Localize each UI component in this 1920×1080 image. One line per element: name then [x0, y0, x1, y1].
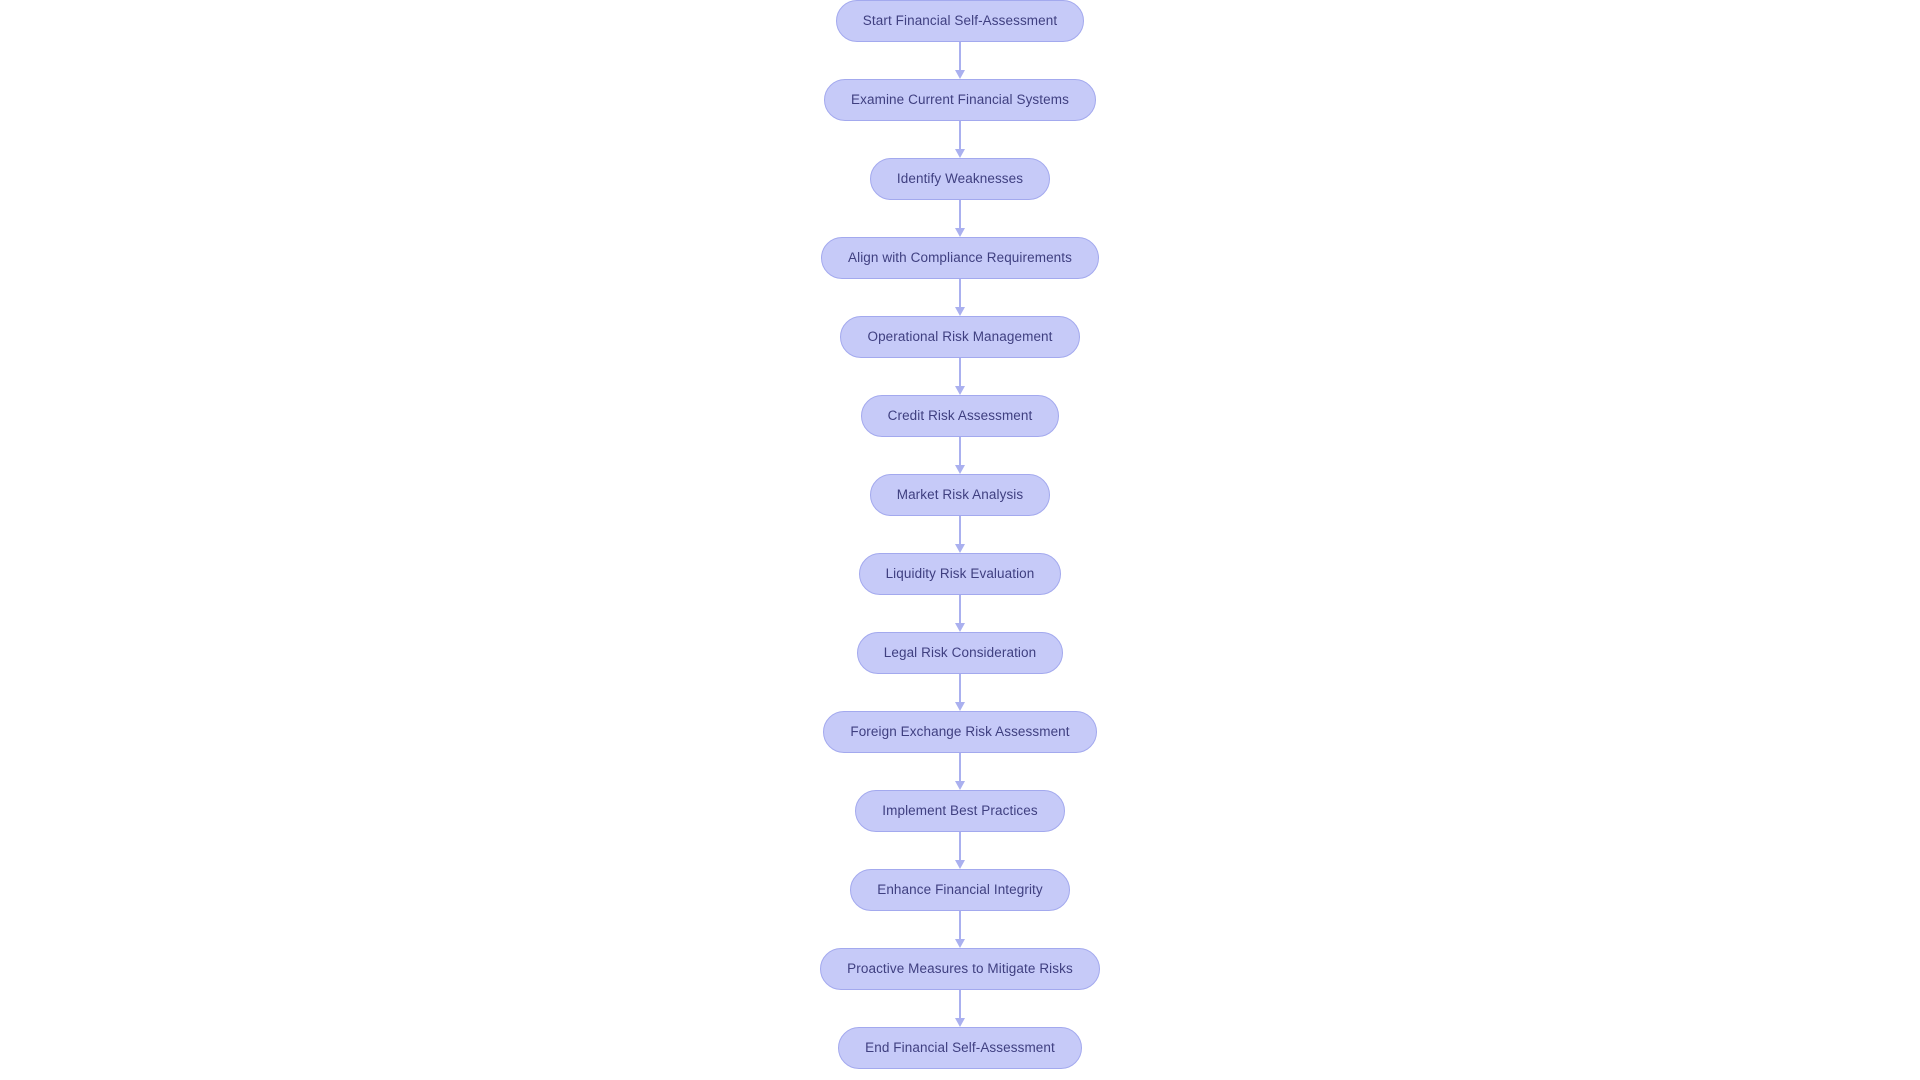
arrow-down-icon: [955, 544, 965, 553]
flow-connector-proactive-to-end: [953, 990, 967, 1027]
connector-line: [959, 911, 961, 941]
flow-node-label: Foreign Exchange Risk Assessment: [850, 724, 1070, 740]
flow-node-label: Start Financial Self-Assessment: [862, 13, 1058, 29]
flow-connector-market-to-liquidity: [953, 516, 967, 553]
flow-node-label: Liquidity Risk Evaluation: [885, 566, 1035, 582]
flow-connector-forex-to-implement: [953, 753, 967, 790]
flowchart-canvas: Start Financial Self-Assessment Examine …: [0, 0, 1920, 1080]
flow-step-market: Market Risk Analysis: [869, 474, 1051, 516]
arrow-down-icon: [955, 465, 965, 474]
connector-line: [959, 200, 961, 230]
flow-connector-legal-to-forex: [953, 674, 967, 711]
flow-node-legal[interactable]: Legal Risk Consideration: [856, 632, 1064, 674]
flow-step-identify: Identify Weaknesses: [869, 158, 1051, 200]
flow-node-market[interactable]: Market Risk Analysis: [869, 474, 1051, 516]
connector-line: [959, 358, 961, 388]
arrow-down-icon: [955, 702, 965, 711]
flow-node-align[interactable]: Align with Compliance Requirements: [820, 237, 1099, 279]
flowchart-node-column: Start Financial Self-Assessment Examine …: [0, 0, 1920, 1069]
flow-node-proactive[interactable]: Proactive Measures to Mitigate Risks: [820, 948, 1100, 990]
flow-connector-start-to-examine: [953, 42, 967, 79]
connector-line: [959, 674, 961, 704]
flow-step-operational: Operational Risk Management: [840, 316, 1080, 358]
arrow-down-icon: [955, 386, 965, 395]
flow-step-credit: Credit Risk Assessment: [860, 395, 1060, 437]
flow-node-label: Credit Risk Assessment: [887, 408, 1033, 424]
flow-node-label: Proactive Measures to Mitigate Risks: [847, 961, 1073, 977]
connector-line: [959, 595, 961, 625]
flow-node-operational[interactable]: Operational Risk Management: [840, 316, 1080, 358]
arrow-down-icon: [955, 860, 965, 869]
flow-step-examine: Examine Current Financial Systems: [824, 79, 1096, 121]
arrow-down-icon: [955, 939, 965, 948]
flow-step-enhance: Enhance Financial Integrity: [850, 869, 1070, 911]
flow-connector-align-to-operational: [953, 279, 967, 316]
flow-connector-implement-to-enhance: [953, 832, 967, 869]
arrow-down-icon: [955, 307, 965, 316]
arrow-down-icon: [955, 623, 965, 632]
flow-step-legal: Legal Risk Consideration: [856, 632, 1064, 674]
flow-step-end: End Financial Self-Assessment: [838, 1027, 1082, 1069]
flow-connector-identify-to-align: [953, 200, 967, 237]
flow-node-label: Examine Current Financial Systems: [851, 92, 1069, 108]
flow-node-credit[interactable]: Credit Risk Assessment: [860, 395, 1060, 437]
flow-node-implement[interactable]: Implement Best Practices: [855, 790, 1065, 832]
flow-node-identify[interactable]: Identify Weaknesses: [869, 158, 1051, 200]
flow-node-label: Align with Compliance Requirements: [847, 250, 1072, 266]
connector-line: [959, 437, 961, 467]
flow-node-examine[interactable]: Examine Current Financial Systems: [824, 79, 1096, 121]
flow-node-enhance[interactable]: Enhance Financial Integrity: [850, 869, 1070, 911]
arrow-down-icon: [955, 149, 965, 158]
flow-connector-examine-to-identify: [953, 121, 967, 158]
flow-node-end[interactable]: End Financial Self-Assessment: [838, 1027, 1082, 1069]
connector-line: [959, 753, 961, 783]
arrow-down-icon: [955, 781, 965, 790]
connector-line: [959, 279, 961, 309]
flow-step-implement: Implement Best Practices: [855, 790, 1065, 832]
flow-node-label: Legal Risk Consideration: [883, 645, 1037, 661]
flow-node-label: Enhance Financial Integrity: [877, 882, 1043, 898]
flow-node-label: Market Risk Analysis: [896, 487, 1024, 503]
arrow-down-icon: [955, 70, 965, 79]
flow-connector-enhance-to-proactive: [953, 911, 967, 948]
connector-line: [959, 121, 961, 151]
arrow-down-icon: [955, 1018, 965, 1027]
flow-connector-liquidity-to-legal: [953, 595, 967, 632]
flow-node-label: Implement Best Practices: [882, 803, 1038, 819]
flow-step-align: Align with Compliance Requirements: [820, 237, 1099, 279]
flow-node-forex[interactable]: Foreign Exchange Risk Assessment: [823, 711, 1097, 753]
flow-node-start[interactable]: Start Financial Self-Assessment: [835, 0, 1085, 42]
flow-node-label: Identify Weaknesses: [896, 171, 1024, 187]
flow-node-liquidity[interactable]: Liquidity Risk Evaluation: [858, 553, 1062, 595]
flow-step-start: Start Financial Self-Assessment: [835, 0, 1085, 42]
flow-connector-credit-to-market: [953, 437, 967, 474]
flow-connector-operational-to-credit: [953, 358, 967, 395]
connector-line: [959, 990, 961, 1020]
connector-line: [959, 516, 961, 546]
flow-step-proactive: Proactive Measures to Mitigate Risks: [820, 948, 1100, 990]
connector-line: [959, 832, 961, 862]
flow-node-label: End Financial Self-Assessment: [865, 1040, 1055, 1056]
flow-step-forex: Foreign Exchange Risk Assessment: [823, 711, 1097, 753]
flow-node-label: Operational Risk Management: [867, 329, 1053, 345]
flow-step-liquidity: Liquidity Risk Evaluation: [858, 553, 1062, 595]
arrow-down-icon: [955, 228, 965, 237]
connector-line: [959, 42, 961, 72]
